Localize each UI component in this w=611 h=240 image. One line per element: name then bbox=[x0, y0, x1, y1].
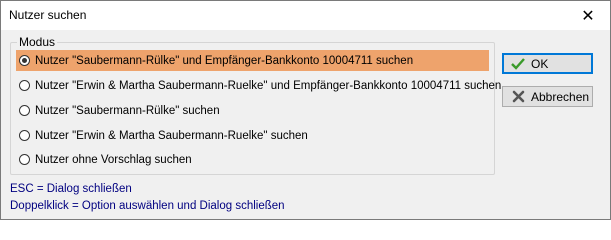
mode-groupbox: Modus Nutzer "Saubermann-Rülke" und Empf… bbox=[10, 35, 501, 175]
radio-icon[interactable] bbox=[19, 105, 30, 116]
option-1[interactable]: Nutzer "Saubermann-Rülke" und Empfänger-… bbox=[16, 50, 489, 71]
x-icon bbox=[509, 90, 527, 103]
radio-icon[interactable] bbox=[19, 154, 30, 165]
option-label: Nutzer "Saubermann-Rülke" und Empfänger-… bbox=[35, 54, 414, 67]
esc-hint: ESC = Dialog schließen bbox=[10, 183, 132, 195]
radio-icon[interactable] bbox=[19, 130, 30, 141]
option-label: Nutzer "Erwin & Martha Saubermann-Ruelke… bbox=[35, 129, 308, 142]
title-bar: Nutzer suchen ✕ bbox=[1, 1, 610, 30]
close-icon: ✕ bbox=[581, 7, 595, 25]
option-2[interactable]: Nutzer "Erwin & Martha Saubermann-Ruelke… bbox=[16, 75, 501, 96]
ok-button[interactable]: OK bbox=[502, 53, 593, 74]
radio-icon[interactable] bbox=[19, 55, 30, 66]
doubleclick-hint: Doppelklick = Option auswählen und Dialo… bbox=[10, 200, 285, 212]
mode-group-label: Modus bbox=[17, 35, 58, 49]
ok-button-label: OK bbox=[531, 56, 549, 71]
close-button[interactable]: ✕ bbox=[566, 1, 610, 30]
cancel-button-label: Abbrechen bbox=[531, 89, 590, 104]
option-5[interactable]: Nutzer ohne Vorschlag suchen bbox=[16, 149, 489, 170]
option-label: Nutzer "Saubermann-Rülke" suchen bbox=[35, 104, 220, 117]
option-4[interactable]: Nutzer "Erwin & Martha Saubermann-Ruelke… bbox=[16, 125, 489, 146]
option-label: Nutzer ohne Vorschlag suchen bbox=[35, 153, 192, 166]
window-title: Nutzer suchen bbox=[9, 8, 87, 22]
check-icon bbox=[509, 57, 527, 70]
option-label: Nutzer "Erwin & Martha Saubermann-Ruelke… bbox=[35, 79, 502, 92]
cancel-button[interactable]: Abbrechen bbox=[502, 86, 593, 107]
option-3[interactable]: Nutzer "Saubermann-Rülke" suchen bbox=[16, 100, 489, 121]
radio-icon[interactable] bbox=[19, 80, 30, 91]
dialog-window: Nutzer suchen ✕ Modus Nutzer "Saubermann… bbox=[0, 0, 611, 220]
